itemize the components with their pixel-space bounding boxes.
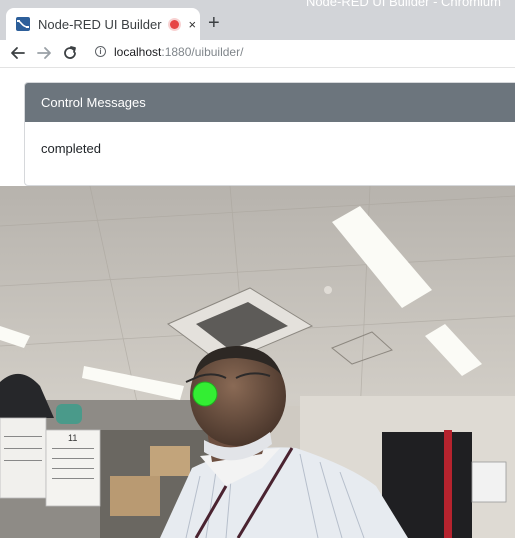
info-icon[interactable]: i: [95, 46, 106, 57]
address-bar[interactable]: localhost:1880/uibuilder/: [114, 45, 243, 59]
calendar-month-text: 11: [68, 433, 77, 443]
recording-indicator-icon: [169, 19, 179, 29]
card-body-text: completed: [41, 141, 101, 156]
tab-title: Node-RED UI Builder: [38, 16, 162, 32]
window-title: Node-RED UI Builder - Chromium: [305, 0, 501, 9]
browser-titlebar: Node-RED UI Builder - Chromium Node-RED …: [0, 0, 515, 40]
forward-arrow-icon[interactable]: [35, 44, 53, 62]
control-messages-card: Control Messages completed: [24, 82, 515, 186]
card-header: Control Messages: [25, 83, 515, 122]
browser-tab[interactable]: Node-RED UI Builder ×: [6, 8, 200, 40]
face-detection-marker: [192, 381, 218, 407]
browser-toolbar: i localhost:1880/uibuilder/: [0, 40, 515, 68]
node-red-favicon-icon: [16, 17, 30, 31]
close-icon[interactable]: ×: [189, 18, 197, 31]
new-tab-icon[interactable]: +: [208, 13, 220, 33]
reload-icon[interactable]: [61, 44, 79, 62]
camera-image: 11: [0, 186, 515, 538]
url-host: localhost: [114, 45, 162, 59]
url-path: :1880/uibuilder/: [161, 45, 244, 59]
back-arrow-icon[interactable]: [9, 44, 27, 62]
